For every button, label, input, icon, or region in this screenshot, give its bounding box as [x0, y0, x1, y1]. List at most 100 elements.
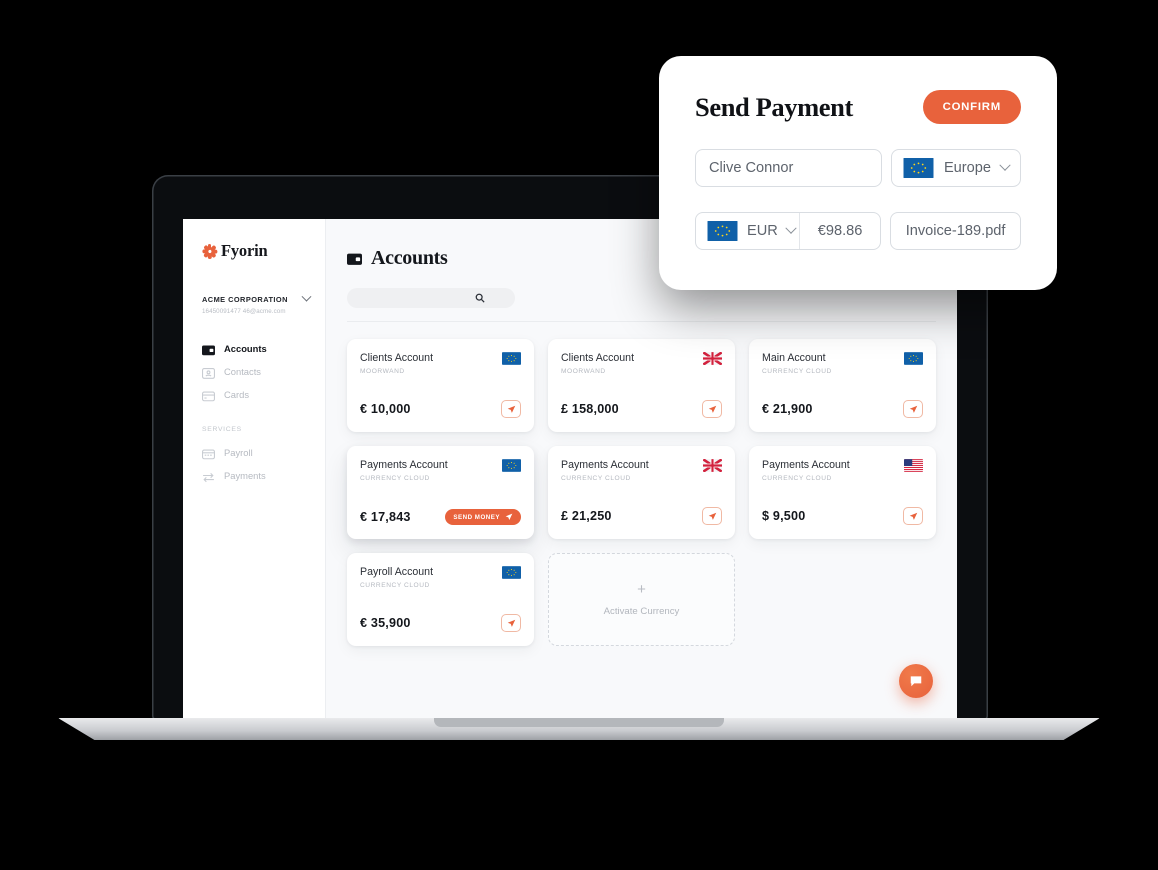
- send-icon: [909, 512, 917, 520]
- send-payment-panel: Send Payment CONFIRM Clive Connor Europe…: [659, 56, 1057, 290]
- chevron-down-icon: [785, 222, 797, 234]
- send-icon-button[interactable]: [702, 507, 722, 525]
- send-payment-title: Send Payment: [695, 91, 853, 122]
- sidebar-item-payments[interactable]: Payments: [183, 464, 325, 487]
- account-card[interactable]: Payments Account CURRENCY CLOUD € 17,843…: [347, 446, 534, 539]
- account-amount: € 10,000: [360, 402, 411, 416]
- currency-select[interactable]: EUR: [696, 213, 800, 249]
- account-amount: $ 9,500: [762, 509, 806, 523]
- sidebar-item-contacts[interactable]: Contacts: [183, 360, 325, 383]
- send-icon: [708, 405, 716, 413]
- sidebar-item-label: Cards: [224, 389, 250, 400]
- eu-flag-icon: [904, 352, 923, 365]
- scene: Fyorin ACME CORPORATION 16450091477 46@a…: [0, 0, 1158, 870]
- primary-nav: Accounts Contacts Cards: [183, 337, 325, 406]
- attached-document[interactable]: Invoice-189.pdf: [890, 212, 1021, 250]
- account-name: Payments Account: [360, 459, 448, 471]
- accounts-grid: Clients Account MOORWAND € 10,000 Client…: [326, 322, 957, 646]
- sidebar-item-label: Payments: [224, 470, 266, 481]
- recipient-input[interactable]: Clive Connor: [695, 149, 882, 187]
- wallet-icon: [202, 343, 215, 356]
- uk-flag-icon: [703, 459, 722, 472]
- eu-flag-icon: [707, 221, 738, 241]
- account-name: Payments Account: [561, 459, 649, 471]
- sidebar-item-payroll[interactable]: Payroll: [183, 441, 325, 464]
- account-provider: MOORWAND: [360, 368, 405, 375]
- account-amount: £ 21,250: [561, 509, 612, 523]
- eu-flag-icon: [502, 459, 521, 472]
- amount-input[interactable]: €98.86: [800, 213, 880, 249]
- send-icon: [708, 512, 716, 520]
- send-icon-button[interactable]: [501, 400, 521, 418]
- account-provider: MOORWAND: [561, 368, 606, 375]
- eu-flag-icon: [502, 352, 521, 365]
- send-payment-header: Send Payment CONFIRM: [695, 90, 1021, 124]
- send-icon-button[interactable]: [501, 614, 521, 632]
- send-icon-button[interactable]: [903, 400, 923, 418]
- brand-logo: Fyorin: [183, 219, 325, 261]
- uk-flag-icon: [703, 352, 722, 365]
- search-input[interactable]: [347, 288, 515, 308]
- account-name: Payments Account: [762, 459, 850, 471]
- sidebar: Fyorin ACME CORPORATION 16450091477 46@a…: [183, 219, 326, 718]
- account-card[interactable]: Payments Account CURRENCY CLOUD £ 21,250: [548, 446, 735, 539]
- account-card[interactable]: Payroll Account CURRENCY CLOUD € 35,900: [347, 553, 534, 646]
- account-provider: CURRENCY CLOUD: [762, 475, 832, 482]
- activate-currency-button[interactable]: + Activate Currency: [548, 553, 735, 646]
- account-card[interactable]: Payments Account CURRENCY CLOUD $ 9,500: [749, 446, 936, 539]
- account-amount: € 17,843: [360, 510, 411, 524]
- document-name: Invoice-189.pdf: [905, 223, 1006, 239]
- main-content: Accounts Clients Account MOORWAND € 10,0…: [326, 219, 957, 718]
- region-value: Europe: [943, 160, 991, 176]
- account-card[interactable]: Clients Account MOORWAND € 10,000: [347, 339, 534, 432]
- contact-card-icon: [202, 366, 215, 379]
- chat-bubble-icon: [910, 676, 922, 687]
- payment-row-recipient: Clive Connor Europe: [695, 149, 1021, 187]
- sidebar-item-cards[interactable]: Cards: [183, 383, 325, 406]
- currency-amount-group: EUR €98.86: [695, 212, 882, 250]
- account-amount: € 21,900: [762, 402, 813, 416]
- plus-icon: +: [637, 581, 646, 598]
- us-flag-icon: [904, 459, 923, 472]
- eu-flag-icon: [502, 566, 521, 579]
- eu-flag-icon: [903, 158, 934, 178]
- account-name: Payroll Account: [360, 566, 434, 578]
- activate-currency-label: Activate Currency: [603, 606, 680, 617]
- chevron-down-icon: [301, 291, 312, 302]
- send-icon: [505, 513, 513, 520]
- recipient-value: Clive Connor: [709, 160, 794, 176]
- send-icon: [909, 405, 917, 413]
- currency-value: EUR: [747, 223, 778, 239]
- account-provider: CURRENCY CLOUD: [762, 368, 832, 375]
- account-name: Clients Account: [360, 352, 434, 364]
- wallet-icon: [347, 252, 362, 265]
- account-provider: CURRENCY CLOUD: [360, 475, 430, 482]
- send-icon-button[interactable]: [702, 400, 722, 418]
- account-card[interactable]: Clients Account MOORWAND £ 158,000: [548, 339, 735, 432]
- account-provider: CURRENCY CLOUD: [561, 475, 631, 482]
- payment-row-amount: EUR €98.86 Invoice-189.pdf: [695, 212, 1021, 250]
- chat-support-button[interactable]: [899, 664, 933, 698]
- payments-transfer-icon: [202, 470, 215, 483]
- org-name: ACME CORPORATION: [202, 295, 288, 304]
- brand-name: Fyorin: [221, 241, 268, 260]
- sidebar-item-label: Contacts: [224, 366, 261, 377]
- sidebar-item-accounts[interactable]: Accounts: [183, 337, 325, 360]
- org-email: 16450091477 46@acme.com: [202, 308, 286, 315]
- search-icon: [475, 293, 485, 303]
- fyorin-petal-logo-icon: [201, 243, 217, 259]
- laptop-base-notch: [434, 718, 724, 727]
- confirm-button[interactable]: CONFIRM: [922, 90, 1021, 124]
- send-money-button[interactable]: SEND MONEY: [445, 509, 521, 525]
- account-card[interactable]: Main Account CURRENCY CLOUD € 21,900: [749, 339, 936, 432]
- sidebar-item-label: Accounts: [224, 343, 267, 354]
- credit-card-icon: [202, 389, 215, 402]
- sidebar-item-label: Payroll: [224, 447, 253, 458]
- org-switcher[interactable]: ACME CORPORATION 16450091477 46@acme.com: [202, 291, 312, 315]
- send-money-label: SEND MONEY: [453, 513, 500, 521]
- account-amount: € 35,900: [360, 616, 411, 630]
- send-icon: [507, 619, 515, 627]
- send-icon-button[interactable]: [903, 507, 923, 525]
- region-select[interactable]: Europe: [890, 149, 1021, 187]
- services-nav: Payroll Payments: [183, 441, 325, 487]
